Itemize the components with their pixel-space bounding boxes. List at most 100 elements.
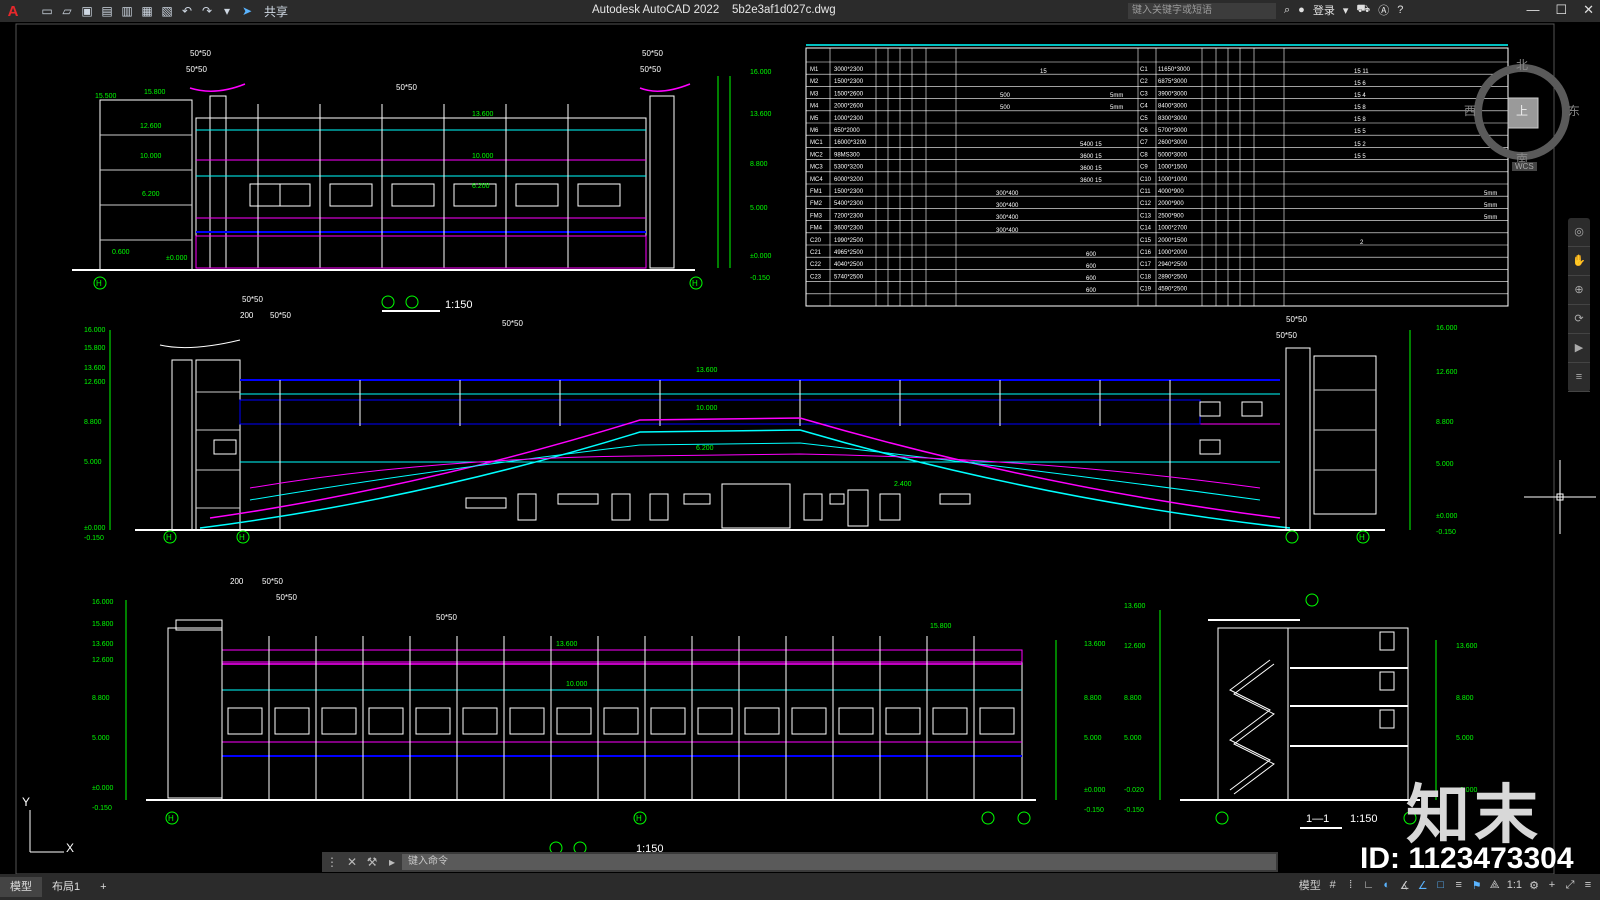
schedule-note: 15 5 [1354, 129, 1366, 135]
schedule-code: C10 [1140, 177, 1152, 183]
share-icon[interactable]: ➤ [240, 4, 254, 18]
elev-label: 12.600 [1124, 643, 1146, 650]
schedule-note: 5mm [1484, 215, 1497, 221]
recent-commands-icon[interactable]: ▸ [382, 852, 402, 872]
schedule-note: 3600 15 [1080, 154, 1102, 160]
schedule-note: 5mm [1110, 93, 1123, 99]
axis-bubble: H [96, 279, 102, 288]
osnap-track-icon[interactable]: ∠ [1417, 879, 1429, 892]
redo-icon[interactable]: ↷ [200, 4, 214, 18]
schedule-code: C12 [1140, 201, 1152, 207]
dropdown-icon[interactable]: ▾ [1343, 4, 1349, 17]
schedule-code: C9 [1140, 165, 1148, 171]
fullscreen-icon[interactable]: ⤢ [1564, 879, 1576, 892]
snap-icon[interactable]: ⁞ [1345, 879, 1357, 891]
grid-icon[interactable]: # [1327, 879, 1339, 891]
cart-icon[interactable]: ⛟ [1356, 3, 1370, 17]
window-title: Autodesk AutoCAD 2022 5b2e3af1d027c.dwg [592, 4, 836, 16]
share-button[interactable]: 共享 [264, 4, 288, 19]
undo-icon[interactable]: ↶ [180, 4, 194, 18]
close-icon[interactable]: ✕ [1583, 2, 1594, 18]
viewcube-west[interactable]: 西 [1464, 102, 1476, 119]
help-icon[interactable]: ? [1397, 4, 1403, 16]
tab-layout1[interactable]: 布局1 [42, 877, 90, 897]
elev-label: 13.600 [84, 365, 106, 372]
customize-icon[interactable]: ≡ [1582, 879, 1594, 891]
viewcube-top[interactable]: 上 [1516, 102, 1528, 119]
schedule-code: MC4 [810, 177, 823, 183]
schedule-size: 2000*1500 [1158, 238, 1188, 244]
autocad-logo-button[interactable]: A [0, 0, 26, 22]
schedule-code: M2 [810, 79, 819, 85]
axis-bubble: H [239, 533, 245, 542]
viewcube-east[interactable]: 东 [1568, 102, 1580, 119]
print-icon[interactable]: ▦ [140, 4, 154, 18]
ortho-icon[interactable]: ∟ [1363, 879, 1375, 891]
plus-icon[interactable]: + [1546, 879, 1558, 891]
viewcube[interactable]: 北 南 东 西 上 WCS [1464, 56, 1580, 180]
schedule-size: 7200*2300 [834, 213, 864, 219]
elev-label: -0.150 [84, 535, 104, 542]
pan-icon[interactable]: ✋ [1568, 247, 1590, 276]
search-icon[interactable]: ⌕ [1284, 4, 1290, 17]
schedule-size: 6000*3200 [834, 177, 864, 183]
elev-label: 13.600 [696, 367, 718, 374]
schedule-note: 300*400 [996, 215, 1019, 221]
schedule-code: C2 [1140, 79, 1148, 85]
elevation-middle: H H H 16.000 15.800 13.600 12.600 8.800 … [84, 295, 1458, 544]
polar-icon[interactable]: ◐ [1381, 879, 1393, 891]
axis-bubble: H [166, 533, 172, 542]
elev-label: 8.800 [92, 695, 110, 702]
osnap-icon[interactable]: □ [1435, 879, 1447, 891]
schedule-size: 5000*3000 [1158, 152, 1188, 158]
lineweight-icon[interactable]: ≡ [1453, 879, 1465, 891]
saveas-icon[interactable]: ▤ [100, 4, 114, 18]
grip-icon[interactable]: ⋮ [322, 852, 342, 872]
maximize-icon[interactable]: ☐ [1555, 2, 1567, 18]
workspace-icon[interactable]: ▾ [220, 4, 234, 18]
steering-wheel-icon[interactable]: ◎ [1568, 218, 1590, 247]
new-icon[interactable]: ▭ [40, 4, 54, 18]
tab-model[interactable]: 模型 [0, 877, 42, 897]
login-button[interactable]: 登录 [1313, 2, 1335, 18]
elev-label: ±0.000 [1084, 787, 1105, 794]
ucs-icon: Y X [22, 795, 74, 855]
elev-label: 10.000 [566, 681, 588, 688]
workspace-gear-icon[interactable]: ⚙ [1528, 879, 1540, 892]
plot-icon[interactable]: ▧ [160, 4, 174, 18]
command-input[interactable]: 键入命令 [402, 854, 1276, 870]
minimize-icon[interactable]: — [1526, 2, 1539, 18]
elev-label: ±0.000 [84, 525, 105, 532]
isodraft-icon[interactable]: ∡ [1399, 879, 1411, 892]
schedule-note: 5mm [1110, 105, 1123, 111]
drawing-canvas[interactable]: 15.500 15.800 12.600 10.000 6.200 0.600 … [0, 22, 1600, 874]
transparency-icon[interactable]: ⚑ [1471, 879, 1483, 892]
schedule-size: 2000*2600 [834, 104, 864, 110]
schedule-size: 2500*900 [1158, 213, 1184, 219]
a360-icon[interactable]: Ⓐ [1378, 2, 1389, 18]
user-icon[interactable]: ● [1298, 4, 1305, 16]
schedule-size: 1000*2300 [834, 116, 864, 122]
showmotion-icon[interactable]: ▶ [1568, 334, 1590, 363]
search-input[interactable]: 键入关键字或短语 [1128, 3, 1276, 19]
orbit-icon[interactable]: ⟳ [1568, 305, 1590, 334]
customize-command-icon[interactable]: ⚒ [362, 852, 382, 872]
schedule-size: 1000*2700 [1158, 226, 1188, 232]
zoom-icon[interactable]: ⊕ [1568, 276, 1590, 305]
scale-dropdown[interactable]: 1:1 [1507, 879, 1522, 891]
save-icon[interactable]: ▣ [80, 4, 94, 18]
annotation-icon[interactable]: ⟁ [1489, 879, 1501, 892]
elev-label: 8.800 [750, 161, 768, 168]
close-command-icon[interactable]: ✕ [342, 852, 362, 872]
navbar-menu-icon[interactable]: ≡ [1568, 363, 1590, 392]
schedule-note: 500 [1000, 93, 1011, 99]
open-web-icon[interactable]: ▥ [120, 4, 134, 18]
model-space-button[interactable]: 模型 [1299, 877, 1321, 893]
open-icon[interactable]: ▱ [60, 4, 74, 18]
dim-label: 50*50 [1276, 331, 1297, 340]
add-layout-button[interactable]: + [90, 877, 116, 897]
viewcube-north[interactable]: 北 [1516, 56, 1528, 73]
wcs-menu[interactable]: WCS [1512, 162, 1537, 171]
schedule-note: 300*400 [996, 203, 1019, 209]
axis-bubble: H [636, 814, 642, 823]
